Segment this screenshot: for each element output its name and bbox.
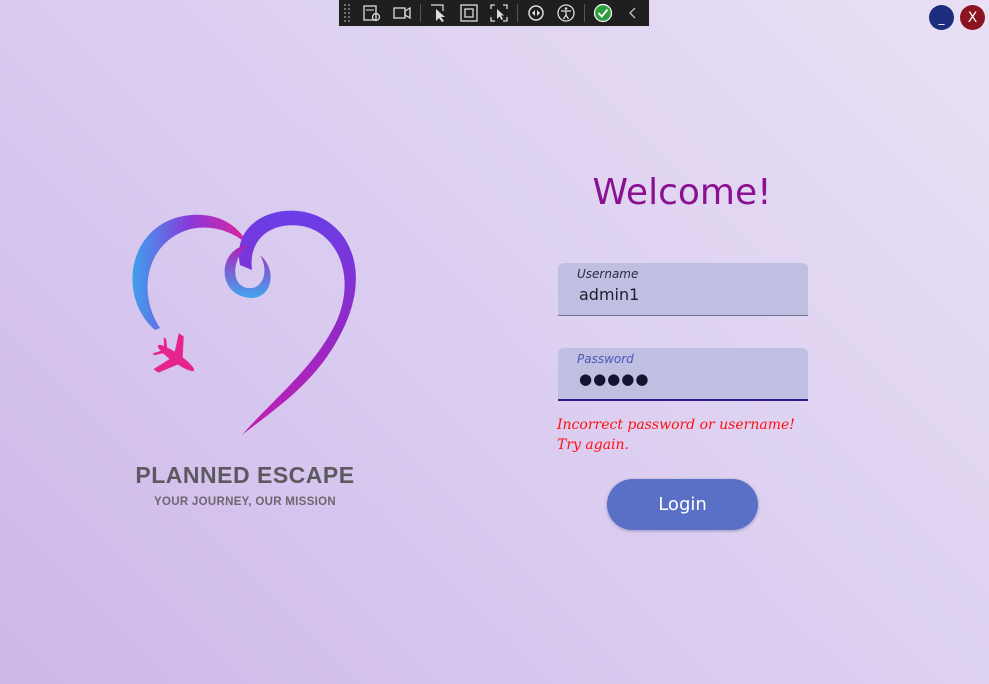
collapse-chevron-icon[interactable] (618, 0, 648, 26)
toolbar-grip[interactable] (343, 3, 351, 23)
toolbar-separator (584, 4, 585, 22)
username-field[interactable]: Username admin1 (558, 263, 808, 316)
live-visual-tree-icon[interactable] (357, 0, 387, 26)
accessibility-icon[interactable] (551, 0, 581, 26)
binding-failures-check-icon[interactable] (588, 0, 618, 26)
password-input[interactable]: ●●●●● (579, 370, 649, 388)
brand-tagline: YOUR JOURNEY, OUR MISSION (154, 496, 336, 508)
login-button[interactable]: Login (607, 479, 758, 530)
select-element-icon[interactable] (424, 0, 454, 26)
display-layout-adorners-icon[interactable] (454, 0, 484, 26)
track-focus-icon[interactable] (484, 0, 514, 26)
login-error-message: Incorrect password or username! Try agai… (557, 417, 795, 453)
password-field[interactable]: Password ●●●●● (558, 348, 808, 401)
username-input[interactable]: admin1 (579, 285, 639, 304)
username-label: Username (577, 267, 639, 281)
welcome-heading: Welcome! (592, 172, 772, 213)
hot-reload-icon[interactable] (521, 0, 551, 26)
toolbar-separator (420, 4, 421, 22)
brand-name: PLANNED ESCAPE (135, 462, 355, 488)
record-icon[interactable] (387, 0, 417, 26)
toolbar-separator (517, 4, 518, 22)
password-label: Password (577, 352, 634, 366)
xaml-debug-toolbar (339, 0, 649, 26)
close-button[interactable]: X (960, 5, 985, 30)
minimize-button[interactable]: _ (929, 5, 954, 30)
